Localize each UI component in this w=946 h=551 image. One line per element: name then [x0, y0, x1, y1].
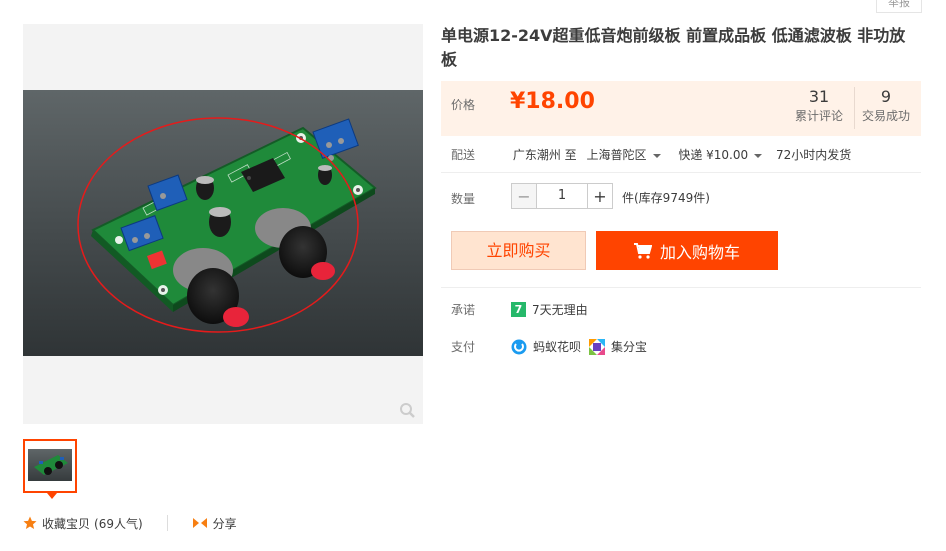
share-button[interactable]: 分享: [192, 515, 237, 532]
add-to-cart-button[interactable]: 加入购物车: [596, 231, 778, 270]
shipping-method: 快递 ¥10.00: [678, 148, 749, 162]
product-photo: [23, 90, 423, 356]
report-link[interactable]: 举报: [876, 0, 922, 13]
price-panel: 价格 ¥18.00 31 累计评论 9 交易成功: [441, 81, 921, 136]
jifenbao-icon: [589, 338, 606, 355]
stock-info: 件(库存9749件): [622, 191, 710, 205]
share-label: 分享: [212, 516, 237, 531]
quantity-input[interactable]: 1: [537, 183, 587, 209]
favorite-count: (69人气): [94, 516, 143, 531]
quantity-minus-button[interactable]: −: [511, 183, 537, 209]
product-main-image[interactable]: [23, 24, 423, 424]
favorite-button[interactable]: 收藏宝贝 (69人气): [23, 515, 143, 532]
shipping-from: 广东潮州 至: [512, 148, 577, 162]
stats-divider: [854, 87, 855, 129]
thumbnail-pointer: [47, 493, 57, 499]
section-divider: [441, 172, 921, 173]
chevron-down-icon: [652, 153, 661, 158]
sales-stat: 9 交易成功: [861, 87, 911, 125]
sales-count: 9: [880, 87, 892, 106]
shipping-destination: 上海普陀区: [586, 148, 647, 162]
social-divider: [166, 515, 168, 531]
payment-method-huabei[interactable]: 蚂蚁花呗: [533, 338, 581, 355]
shipping-row: 配送 广东潮州 至 上海普陀区 快递 ¥10.00 72小时内发货: [451, 146, 851, 163]
promise-label: 承诺: [451, 303, 476, 317]
section-divider: [441, 287, 921, 288]
shipping-label: 配送: [451, 148, 476, 162]
circuit-board-illustration: [77, 117, 377, 333]
quantity-stepper: − 1 +: [511, 183, 613, 209]
promise-row: 承诺 7 7天无理由: [451, 301, 588, 318]
reviews-count: 31: [808, 87, 830, 106]
thumbnail-image: [28, 449, 72, 481]
payment-label: 支付: [451, 340, 476, 354]
huabei-icon: [511, 339, 527, 354]
cart-icon: [633, 242, 652, 259]
payment-method-jifenbao[interactable]: 集分宝: [611, 338, 647, 355]
add-to-cart-label: 加入购物车: [659, 242, 740, 262]
price-value: ¥18.00: [510, 89, 595, 114]
thumbnail-1[interactable]: [23, 439, 77, 499]
payment-row: 支付 蚂蚁花呗 集分宝: [451, 338, 647, 355]
buy-now-button[interactable]: 立即购买: [451, 231, 586, 270]
star-icon: [23, 516, 37, 529]
quantity-plus-button[interactable]: +: [587, 183, 613, 209]
price-label: 价格: [451, 98, 476, 112]
zoom-icon[interactable]: [399, 402, 415, 418]
social-bar: 收藏宝贝 (69人气) 分享: [23, 514, 237, 532]
quantity-label: 数量: [451, 192, 476, 206]
shipping-destination-select[interactable]: 上海普陀区: [586, 148, 661, 162]
quantity-label-row: 数量: [451, 190, 509, 207]
shipping-method-select[interactable]: 快递 ¥10.00: [678, 148, 763, 162]
sales-label: 交易成功: [861, 109, 910, 123]
dispatch-time: 72小时内发货: [775, 148, 852, 162]
chevron-down-icon: [754, 153, 763, 158]
share-icon: [192, 518, 207, 528]
favorite-label: 收藏宝贝: [42, 516, 91, 531]
reviews-stat[interactable]: 31 累计评论: [794, 87, 844, 125]
product-title: 单电源12-24V超重低音炮前级板 前置成品板 低通滤波板 非功放板: [441, 26, 906, 69]
seven-day-return-icon: 7: [511, 302, 526, 317]
reviews-label: 累计评论: [794, 109, 843, 123]
promise-text[interactable]: 7天无理由: [532, 301, 588, 318]
